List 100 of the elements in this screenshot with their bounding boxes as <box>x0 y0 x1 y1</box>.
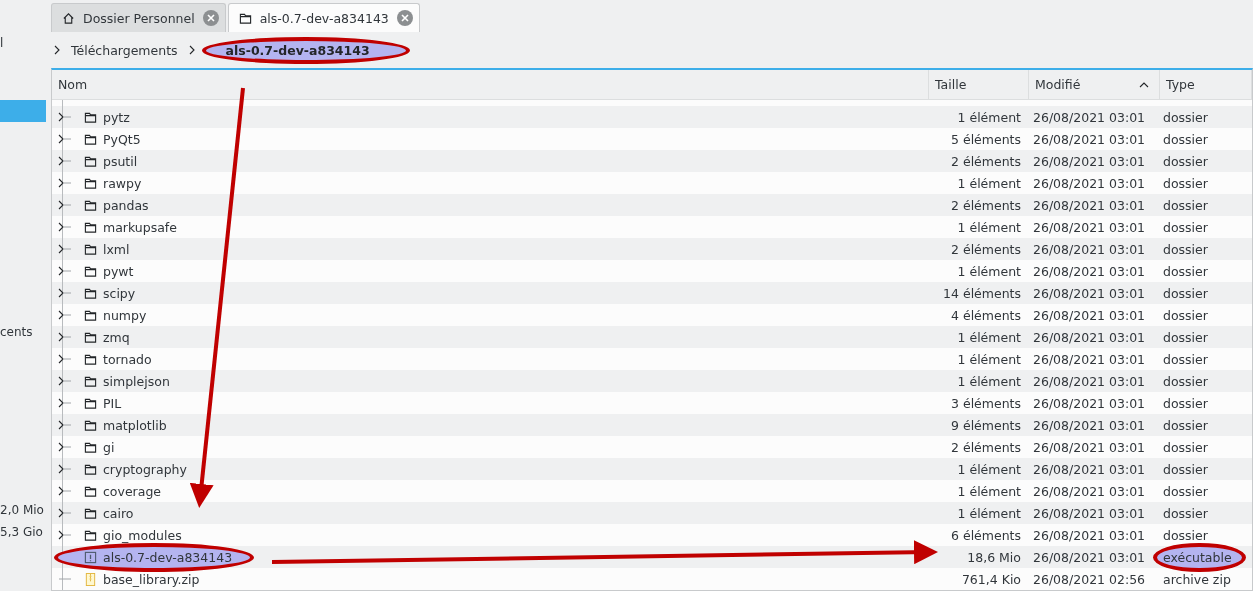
folder-icon <box>84 418 97 432</box>
expand-chevron-icon[interactable] <box>58 309 74 321</box>
expand-chevron-icon[interactable] <box>58 463 74 475</box>
file-name[interactable]: pandas <box>103 197 149 213</box>
date-cell-text: 26/08/2021 03:01 <box>1032 108 1147 127</box>
file-name[interactable]: rawpy <box>103 175 142 191</box>
folder-icon <box>84 176 97 190</box>
file-name[interactable]: markupsafe <box>103 219 177 235</box>
file-name[interactable]: pywt <box>103 263 134 279</box>
folder-icon <box>84 154 97 168</box>
column-header[interactable]: Modifié <box>1029 70 1160 99</box>
expand-chevron-icon[interactable] <box>58 221 74 233</box>
size-cell-text: 5 éléments <box>950 130 1022 149</box>
expand-chevron-icon[interactable] <box>58 265 74 277</box>
size-cell-text: 2 éléments <box>950 152 1022 171</box>
size-cell-text: 9 éléments <box>950 416 1022 435</box>
file-name[interactable]: cryptography <box>103 461 187 477</box>
column-header[interactable]: Taille <box>929 70 1029 99</box>
file-name[interactable]: zmq <box>103 329 130 345</box>
size-cell-text: 18,6 Mio <box>966 548 1022 567</box>
file-name[interactable]: simplejson <box>103 373 170 389</box>
date-cell-text: 26/08/2021 03:01 <box>1032 130 1147 149</box>
zip-archive-icon <box>84 572 97 586</box>
folder-icon <box>84 220 97 234</box>
size-cell-text: 1 élément <box>956 372 1022 391</box>
folder-icon <box>84 308 97 322</box>
file-name[interactable]: base_library.zip <box>103 571 200 587</box>
date-cell-text: 26/08/2021 03:01 <box>1032 526 1147 545</box>
folder-icon <box>84 506 97 520</box>
type-cell: dossier <box>1163 153 1208 169</box>
expand-chevron-icon[interactable] <box>58 199 74 211</box>
file-name[interactable]: gi <box>103 439 115 455</box>
folder-icon <box>84 484 97 498</box>
tab[interactable]: Dossier Personnel <box>51 3 226 32</box>
size-cell-text: 2 éléments <box>950 438 1022 457</box>
size-cell-text: 1 élément <box>956 108 1022 127</box>
expand-chevron-icon[interactable] <box>58 485 74 497</box>
expand-chevron-icon[interactable] <box>58 353 74 365</box>
close-icon[interactable] <box>202 10 219 26</box>
date-cell-text: 26/08/2021 03:01 <box>1032 262 1147 281</box>
expand-chevron-icon[interactable] <box>58 331 74 343</box>
expand-chevron-icon[interactable] <box>58 243 74 255</box>
expand-chevron-icon[interactable] <box>58 375 74 387</box>
expand-chevron-icon[interactable] <box>58 177 74 189</box>
sidebar-item[interactable]: 5,3 Gio <box>0 525 43 539</box>
date-cell-text: 26/08/2021 03:01 <box>1032 218 1147 237</box>
size-cell-text: 1 élément <box>956 460 1022 479</box>
breadcrumb-item[interactable]: Téléchargements <box>67 40 182 60</box>
column-header[interactable]: Type <box>1160 70 1252 99</box>
file-name[interactable]: lxml <box>103 241 130 257</box>
file-name[interactable]: psutil <box>103 153 138 169</box>
date-cell-text: 26/08/2021 03:01 <box>1032 548 1147 567</box>
file-name[interactable]: pytz <box>103 109 130 125</box>
type-cell: dossier <box>1163 307 1208 323</box>
expand-chevron-icon[interactable] <box>58 419 74 431</box>
size-cell-text: 1 élément <box>956 482 1022 501</box>
file-name[interactable]: scipy <box>103 285 136 301</box>
size-cell-text: 1 élément <box>956 504 1022 523</box>
file-name[interactable]: coverage <box>103 483 162 499</box>
sidebar-item[interactable]: l <box>0 36 4 50</box>
folder-icon <box>84 286 97 300</box>
folder-icon <box>84 330 97 344</box>
expand-chevron-icon[interactable] <box>58 133 74 145</box>
expand-chevron-icon[interactable] <box>58 287 74 299</box>
tab-label: als-0.7-dev-a834143 <box>259 10 389 26</box>
file-name[interactable]: cairo <box>103 505 134 521</box>
date-cell-text: 26/08/2021 03:01 <box>1032 372 1147 391</box>
file-name[interactable]: gio_modules <box>103 527 182 543</box>
executable-icon <box>84 550 97 564</box>
size-cell-text: 4 éléments <box>950 306 1022 325</box>
folder-icon <box>84 352 97 366</box>
type-cell: dossier <box>1163 329 1208 345</box>
expand-chevron-icon[interactable] <box>58 155 74 167</box>
file-name[interactable]: als-0.7-dev-a834143 <box>103 549 233 565</box>
size-cell-text: 1 élément <box>956 328 1022 347</box>
date-cell-text: 26/08/2021 03:01 <box>1032 306 1147 325</box>
folder-icon <box>238 11 252 25</box>
file-name[interactable]: PIL <box>103 395 122 411</box>
expand-chevron-icon[interactable] <box>58 441 74 453</box>
file-name[interactable]: tornado <box>103 351 152 367</box>
folder-icon <box>84 242 97 256</box>
type-cell: dossier <box>1163 219 1208 235</box>
size-cell-text: 6 éléments <box>950 526 1022 545</box>
expand-chevron-icon[interactable] <box>58 529 74 541</box>
expand-chevron-icon[interactable] <box>58 507 74 519</box>
file-name[interactable]: numpy <box>103 307 147 323</box>
sidebar-item[interactable]: 2,0 Mio <box>0 503 44 517</box>
sidebar-item[interactable]: cents <box>0 325 33 339</box>
breadcrumb-item[interactable]: als-0.7-dev-a834143 <box>201 36 410 64</box>
expand-chevron-icon[interactable] <box>58 397 74 409</box>
close-icon[interactable] <box>396 10 413 26</box>
file-name[interactable]: PyQt5 <box>103 131 141 147</box>
expand-chevron-icon[interactable] <box>58 111 74 123</box>
date-cell-text: 26/08/2021 03:01 <box>1032 174 1147 193</box>
column-header[interactable]: Nom <box>52 70 929 99</box>
type-cell: dossier <box>1163 131 1208 147</box>
folder-icon <box>84 396 97 410</box>
tab[interactable]: als-0.7-dev-a834143 <box>227 3 420 32</box>
file-name[interactable]: matplotlib <box>103 417 167 433</box>
type-cell: dossier <box>1163 373 1208 389</box>
